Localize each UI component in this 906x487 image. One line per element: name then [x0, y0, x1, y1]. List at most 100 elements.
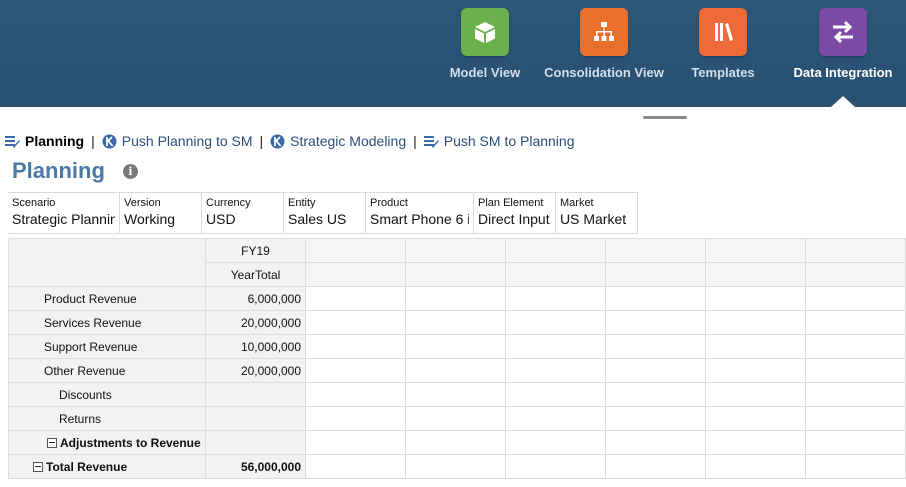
empty-cell	[705, 262, 806, 287]
breadcrumb-label: Push Planning to SM	[121, 133, 253, 149]
info-icon[interactable]: i	[123, 164, 138, 179]
empty-cell	[305, 382, 406, 407]
pov-value: Direct Input	[478, 211, 550, 227]
row-header-label: Total Revenue	[46, 459, 128, 474]
empty-cell	[305, 430, 406, 455]
pov-scenario[interactable]: Scenario Strategic Planning	[8, 193, 120, 233]
empty-cell	[805, 334, 906, 359]
column-header-fy19[interactable]: FY19	[205, 238, 306, 263]
form-icon	[5, 135, 20, 148]
row-header[interactable]: Services Revenue	[8, 310, 206, 335]
pov-plan-element[interactable]: Plan Element Direct Input	[474, 193, 556, 233]
empty-cell	[305, 406, 406, 431]
nav-label: Model View	[449, 65, 521, 80]
empty-cell	[805, 310, 906, 335]
empty-cell	[605, 334, 706, 359]
pov-value: USD	[206, 211, 236, 227]
empty-cell	[405, 406, 506, 431]
data-cell[interactable]: 6,000,000	[205, 286, 306, 311]
panel-drag-handle[interactable]	[643, 116, 687, 119]
column-header-yeartotal[interactable]: YearTotal	[205, 262, 306, 287]
empty-cell	[705, 430, 806, 455]
table-row: Other Revenue 20,000,000	[8, 358, 906, 383]
empty-cell	[605, 430, 706, 455]
empty-cell	[305, 262, 406, 287]
empty-cell	[605, 262, 706, 287]
breadcrumb-label: Push SM to Planning	[443, 133, 575, 149]
pov-entity[interactable]: Entity Sales US	[284, 193, 366, 233]
empty-cell	[705, 382, 806, 407]
nav-label: Consolidation View	[544, 65, 664, 80]
pov-value: Sales US	[288, 211, 347, 227]
page-title: Planning	[12, 158, 105, 183]
data-cell[interactable]: 56,000,000	[205, 454, 306, 479]
table-row: Total Revenue 56,000,000	[8, 454, 906, 479]
row-header[interactable]: Product Revenue	[8, 286, 206, 311]
top-navigation-bar: Model View Consolidation View Templates …	[0, 0, 906, 107]
breadcrumb: Planning | Push Planning to SM | Strateg…	[5, 133, 575, 149]
data-grid: FY19 YearTotal Product Revenue 6,000,000…	[8, 238, 906, 487]
table-row: Product Revenue 6,000,000	[8, 286, 906, 311]
row-header[interactable]: Other Revenue	[8, 358, 206, 383]
empty-cell	[805, 406, 906, 431]
empty-cell	[505, 406, 606, 431]
pov-label: Product	[370, 197, 408, 209]
breadcrumb-push-planning-to-sm[interactable]: Push Planning to SM	[102, 133, 253, 149]
empty-cell	[405, 310, 506, 335]
table-row: Services Revenue 20,000,000	[8, 310, 906, 335]
data-cell[interactable]: 20,000,000	[205, 358, 306, 383]
empty-cell	[705, 310, 806, 335]
empty-cell	[605, 382, 706, 407]
row-header[interactable]: Returns	[8, 406, 206, 431]
row-header-collapsible[interactable]: Adjustments to Revenue	[8, 430, 206, 455]
empty-cell	[805, 238, 906, 263]
empty-cell	[605, 358, 706, 383]
empty-cell	[705, 238, 806, 263]
row-header-label: Adjustments to Revenue	[60, 435, 201, 450]
pov-label: Plan Element	[478, 197, 544, 209]
row-header[interactable]: Support Revenue	[8, 334, 206, 359]
empty-cell	[705, 406, 806, 431]
breadcrumb-separator: |	[413, 133, 417, 149]
pov-label: Scenario	[12, 197, 56, 209]
breadcrumb-push-sm-to-planning[interactable]: Push SM to Planning	[423, 133, 575, 149]
row-header[interactable]: Discounts	[8, 382, 206, 407]
strategic-model-icon	[102, 134, 117, 148]
data-grid-table: FY19 YearTotal Product Revenue 6,000,000…	[8, 238, 906, 479]
pov-label: Market	[560, 197, 594, 209]
pov-value: Smart Phone 6 in	[370, 211, 469, 227]
table-row: Support Revenue 10,000,000	[8, 334, 906, 359]
empty-cell	[505, 310, 606, 335]
breadcrumb-separator: |	[91, 133, 95, 149]
data-cell[interactable]: 20,000,000	[205, 310, 306, 335]
grid-corner	[8, 238, 206, 287]
empty-cell	[805, 358, 906, 383]
empty-cell	[405, 358, 506, 383]
empty-cell	[305, 334, 406, 359]
breadcrumb-label: Planning	[25, 133, 85, 149]
table-row: Discounts	[8, 382, 906, 407]
empty-cell	[605, 406, 706, 431]
empty-cell	[805, 430, 906, 455]
data-cell[interactable]	[205, 382, 306, 407]
breadcrumb-planning[interactable]: Planning	[5, 133, 84, 149]
pov-product[interactable]: Product Smart Phone 6 in	[366, 193, 474, 233]
collapse-icon[interactable]	[33, 461, 43, 472]
pov-currency[interactable]: Currency USD	[202, 193, 284, 233]
empty-cell	[805, 286, 906, 311]
nav-label: Data Integration	[793, 65, 893, 80]
data-cell[interactable]	[205, 430, 306, 455]
pov-market[interactable]: Market US Market	[556, 193, 638, 233]
empty-cell	[505, 382, 606, 407]
row-header-collapsible[interactable]: Total Revenue	[8, 454, 206, 479]
empty-cell	[405, 430, 506, 455]
collapse-icon[interactable]	[47, 437, 57, 448]
empty-cell	[505, 286, 606, 311]
breadcrumb-strategic-modeling[interactable]: Strategic Modeling	[270, 133, 406, 149]
empty-cell	[305, 238, 406, 263]
data-cell[interactable]	[205, 406, 306, 431]
empty-cell	[405, 238, 506, 263]
data-cell[interactable]: 10,000,000	[205, 334, 306, 359]
empty-cell	[305, 310, 406, 335]
pov-version[interactable]: Version Working	[120, 193, 202, 233]
